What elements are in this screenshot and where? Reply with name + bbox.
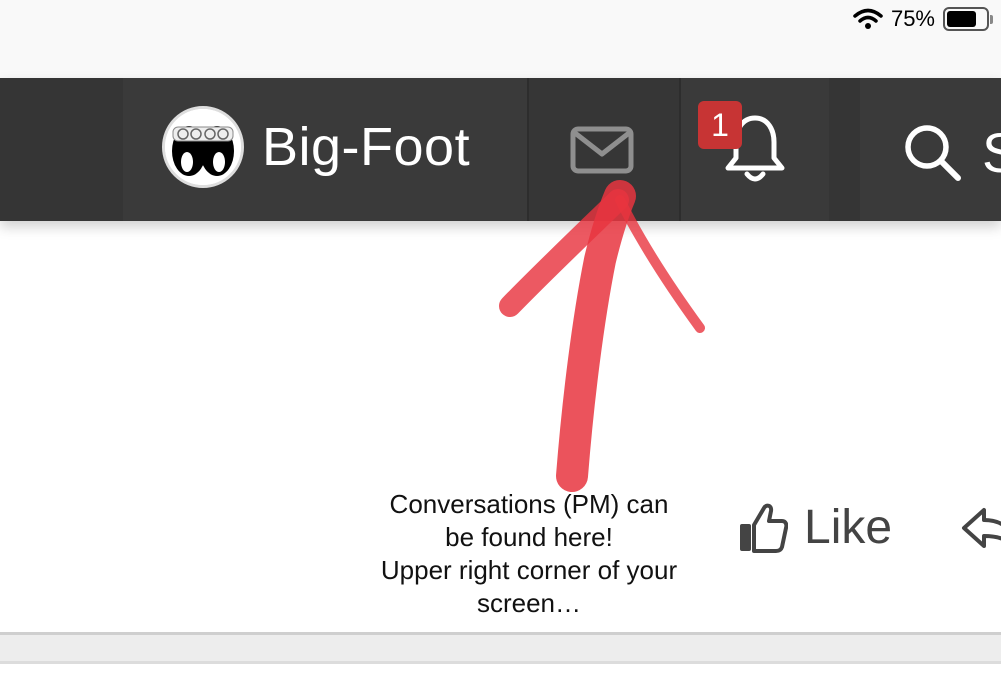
username-label: Big-Foot xyxy=(262,117,471,177)
reply-button[interactable] xyxy=(960,506,1001,558)
reply-arrow-icon xyxy=(962,508,1001,548)
annotation-caption: Conversations (PM) can be found here! Up… xyxy=(350,488,708,620)
wifi-icon xyxy=(853,8,883,29)
search-label: S xyxy=(982,122,1001,182)
post-separator xyxy=(0,632,1001,664)
like-label: Like xyxy=(804,501,893,554)
device-status-bar: 75% xyxy=(0,0,1001,78)
thumbs-up-icon xyxy=(740,503,788,553)
annotation-line: Upper right corner of your xyxy=(380,555,678,585)
user-account-link[interactable]: Big-Foot xyxy=(162,106,470,188)
annotation-line: Conversations (PM) can xyxy=(389,489,669,519)
moon-eyes-avatar xyxy=(162,106,244,188)
notification-badge: 1 xyxy=(698,101,742,149)
status-right-cluster: 75% xyxy=(853,6,993,32)
annotation-line: screen… xyxy=(476,588,582,618)
top-navbar xyxy=(0,78,1001,221)
like-button[interactable]: Like xyxy=(738,500,892,555)
envelope-icon xyxy=(570,126,634,174)
battery-icon xyxy=(943,7,993,31)
annotation-line: be found here! xyxy=(445,522,613,552)
search-button[interactable]: S xyxy=(900,122,1001,182)
conversations-button[interactable] xyxy=(570,126,634,174)
moon-eyes-logo xyxy=(165,109,241,185)
battery-percent: 75% xyxy=(890,6,935,31)
search-icon xyxy=(905,125,961,181)
battery-level-fill xyxy=(947,11,976,27)
